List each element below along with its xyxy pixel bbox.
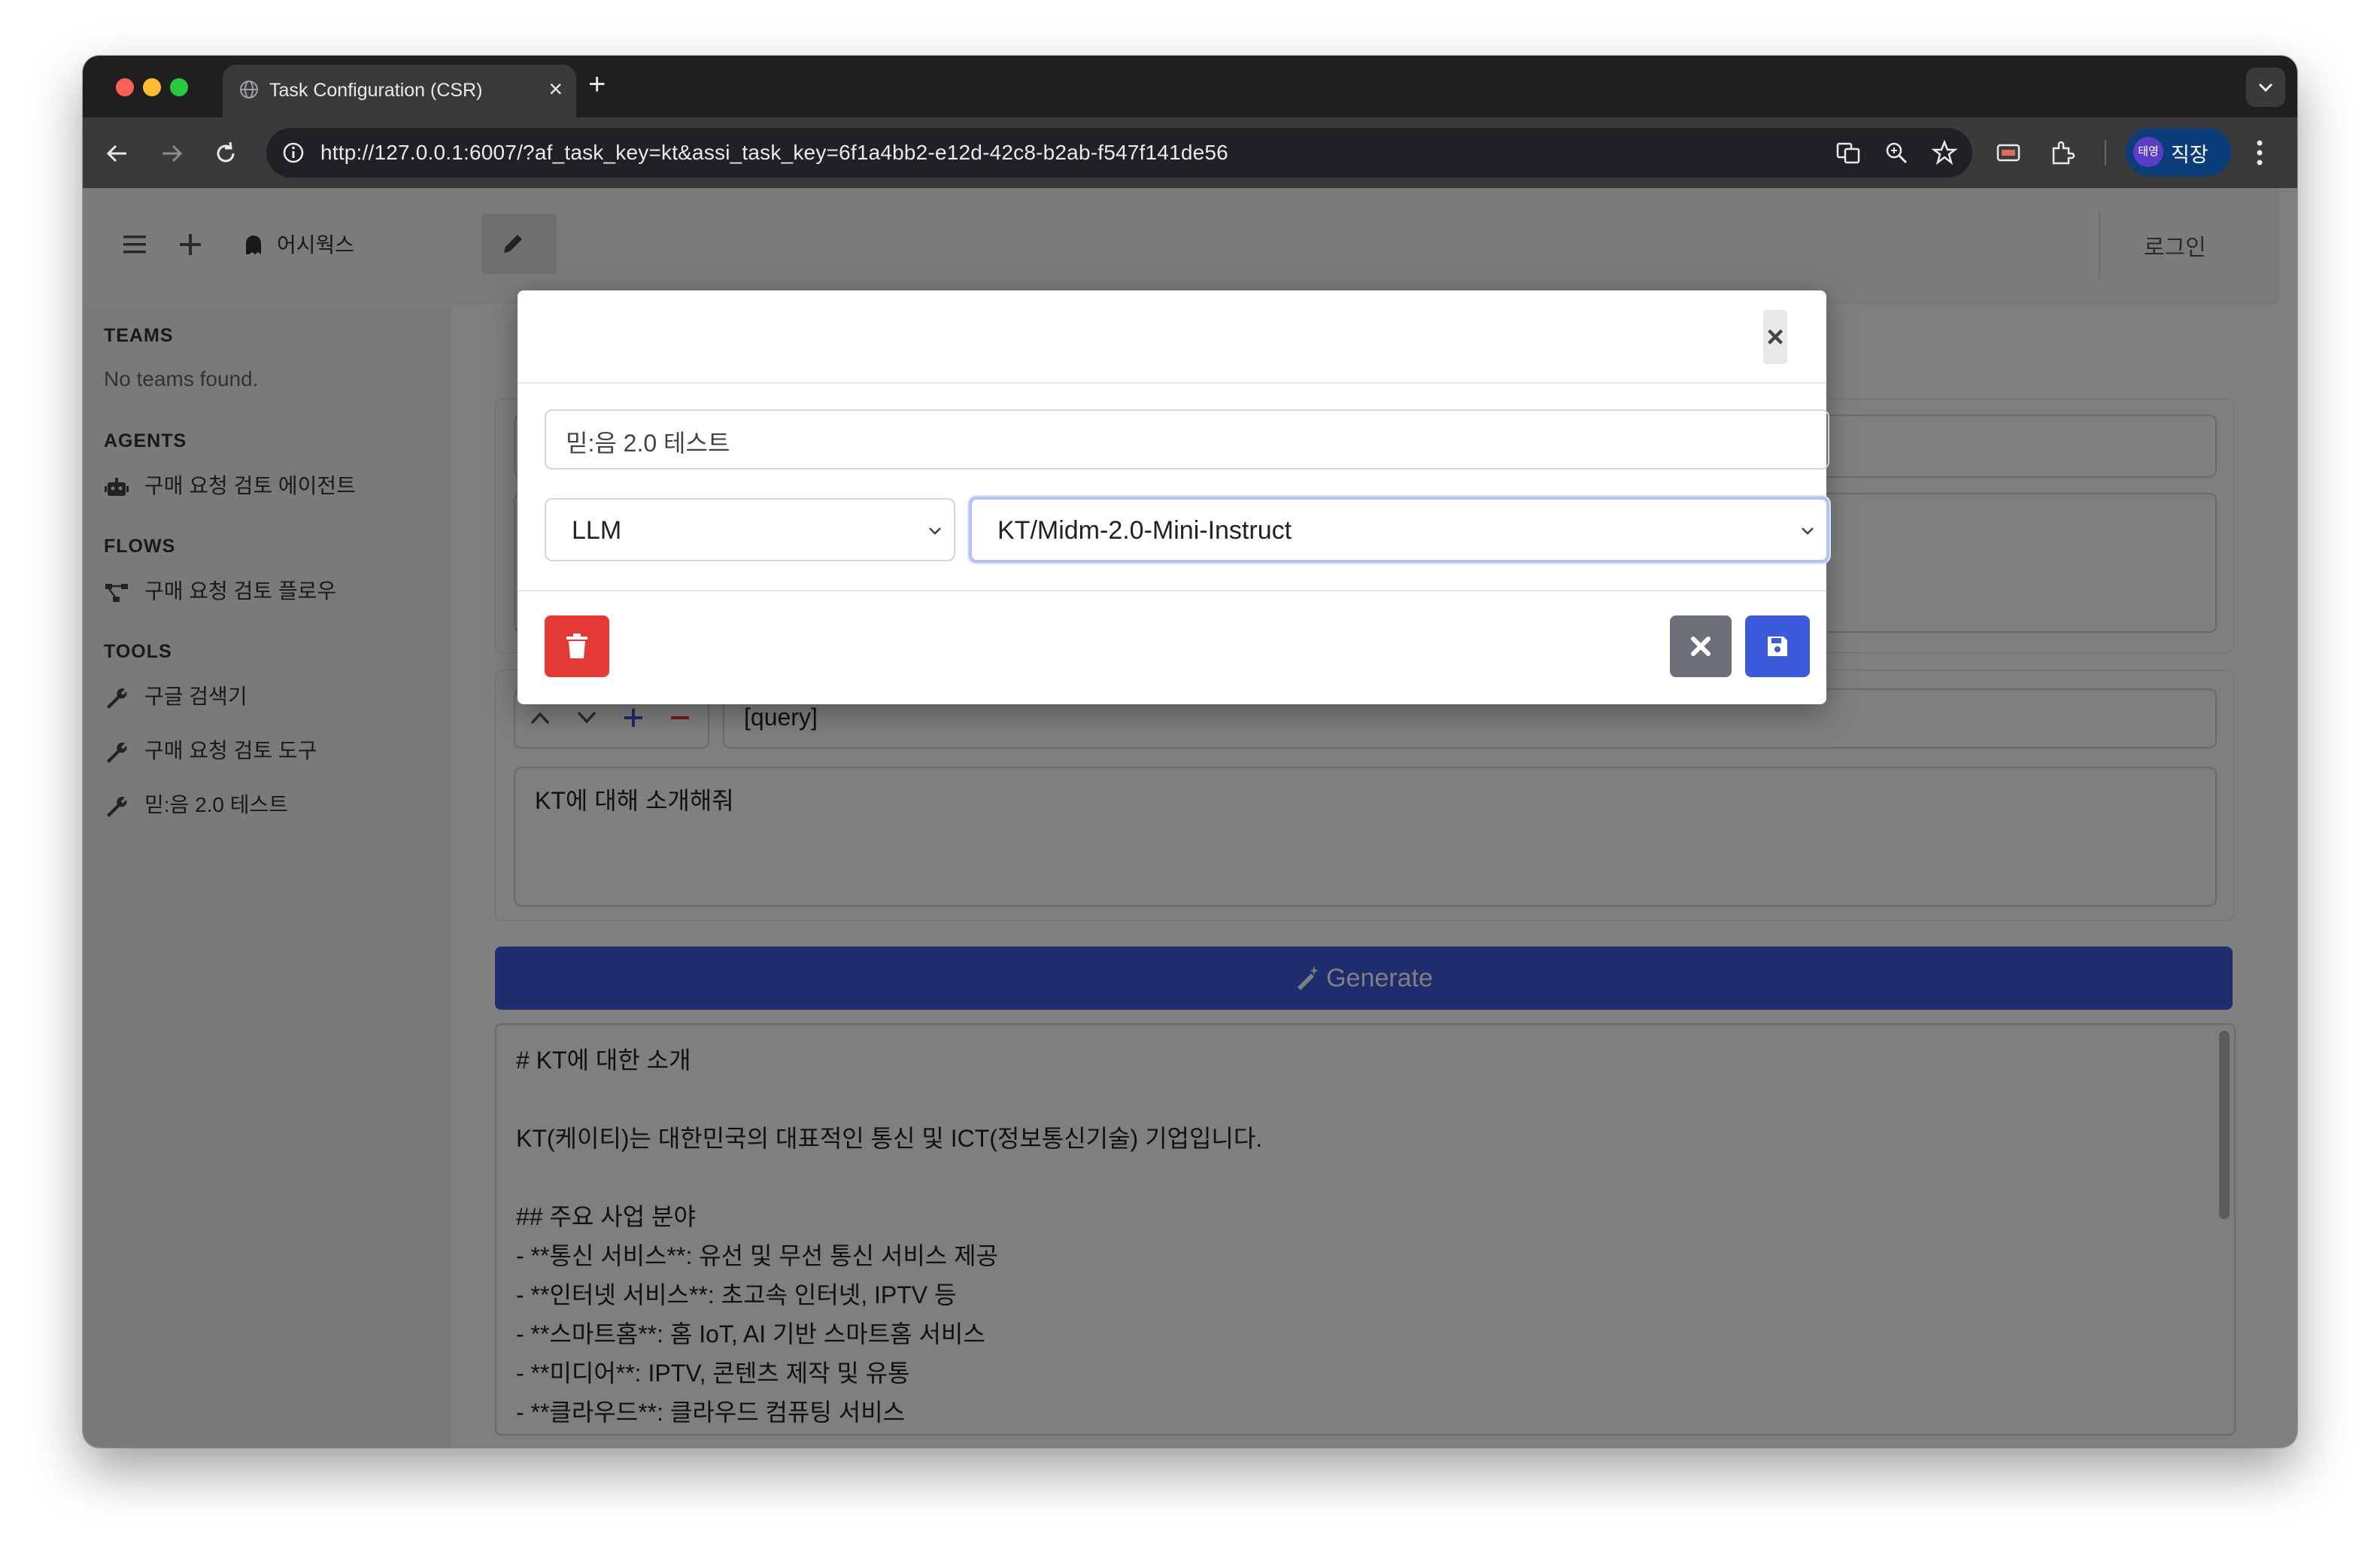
extensions-icon[interactable] [2049,139,2076,166]
model-value: KT/Midm-2.0-Mini-Instruct [997,516,1292,545]
tab-strip: Task Configuration (CSR) × + [83,56,2297,117]
new-tab-button[interactable]: + [588,68,606,101]
browser-window: Task Configuration (CSR) × + http://127.… [83,56,2297,1448]
trash-icon [566,634,587,658]
cancel-button[interactable] [1670,615,1732,677]
modal-close-button[interactable]: × [1763,310,1787,364]
tab-search-button[interactable] [2246,68,2285,107]
x-icon [1691,637,1711,656]
profile-name: 직장 [2171,144,2208,166]
close-icon: × [1766,321,1784,354]
chevron-down-icon [929,527,941,535]
translate-icon[interactable] [1835,140,1861,166]
forward-arrow-icon[interactable] [156,138,187,169]
profile-button[interactable]: 태영 직장 [2126,128,2231,176]
tool-type-value: LLM [572,516,622,545]
cast-icon[interactable] [1995,139,2022,166]
chevron-down-icon [1802,527,1814,535]
model-select[interactable]: KT/Midm-2.0-Mini-Instruct [969,497,1829,563]
modal-footer-divider [518,590,1826,591]
modal-header: × [518,290,1826,384]
floppy-save-icon [1768,637,1787,656]
toolbar-divider [2105,140,2106,166]
close-window-button[interactable] [116,78,134,96]
browser-tab[interactable]: Task Configuration (CSR) × [223,65,576,117]
chevron-down-icon [2258,83,2273,93]
tool-name-value: 믿:음 2.0 테스트 [566,430,730,457]
more-menu-icon[interactable] [2255,138,2264,167]
minimize-window-button[interactable] [143,78,161,96]
maximize-window-button[interactable] [170,78,188,96]
page-content: 어시웍스 로그인 TEAMS No teams found. AGENTS 구매… [83,188,2297,1448]
bookmark-star-icon[interactable] [1932,140,1957,166]
tab-title: Task Configuration (CSR) [269,80,483,101]
edit-tool-modal: × 믿:음 2.0 테스트 LLM KT/Midm-2.0-Mini-Instr… [518,290,1829,704]
address-bar[interactable]: http://127.0.0.1:6007/?af_task_key=kt&as… [266,128,1972,178]
save-button[interactable] [1745,615,1810,677]
reload-icon[interactable] [211,138,241,169]
site-info-icon[interactable] [281,141,305,165]
back-arrow-icon[interactable] [102,138,132,169]
profile-avatar: 태영 [2133,137,2163,167]
tool-type-select[interactable]: LLM [545,498,955,561]
tool-name-input[interactable]: 믿:음 2.0 테스트 [545,409,1829,470]
globe-icon [240,81,258,99]
tab-close-icon[interactable]: × [548,75,563,102]
zoom-icon[interactable] [1884,140,1909,166]
delete-button[interactable] [545,615,609,677]
url-text: http://127.0.0.1:6007/?af_task_key=kt&as… [320,141,1228,164]
browser-toolbar: http://127.0.0.1:6007/?af_task_key=kt&as… [83,117,2297,188]
